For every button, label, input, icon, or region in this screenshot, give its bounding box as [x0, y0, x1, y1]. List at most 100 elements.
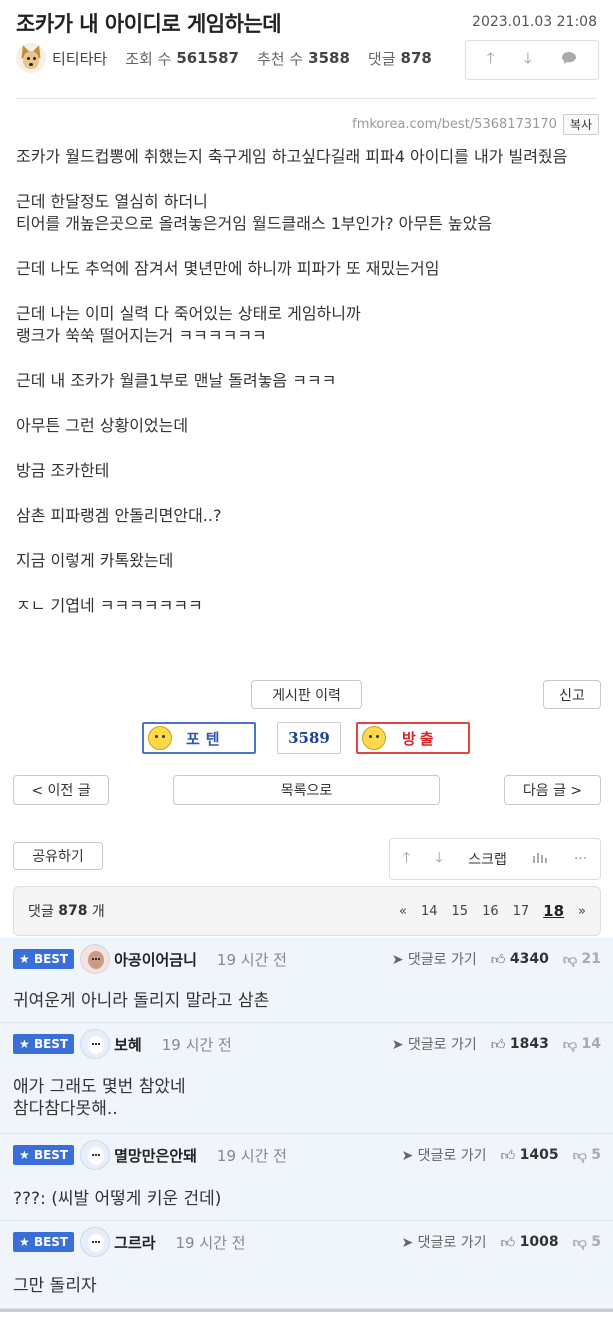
- bangchul-label: 방출: [402, 729, 438, 748]
- post-url[interactable]: fmkorea.com/best/5368173170: [352, 117, 557, 132]
- thumb-up-icon[interactable]: 👍︎: [491, 951, 506, 968]
- thumbs-down-face-icon: [362, 726, 386, 750]
- comment-header: 댓글 878 개 « 14 15 16 17 18 »: [13, 886, 601, 936]
- author-avatar[interactable]: [16, 43, 46, 73]
- quick-vote-box: 🡑 🡓: [465, 40, 599, 80]
- scrap-button[interactable]: 스크랩: [468, 849, 507, 869]
- list-button[interactable]: 목록으로: [173, 775, 440, 805]
- send-arrow-icon: ➤: [401, 1148, 414, 1164]
- commenter-avatar[interactable]: [80, 1227, 111, 1257]
- post-title: 조카가 내 아이디로 게임하는데: [16, 12, 282, 36]
- more-button[interactable]: ···: [574, 851, 587, 867]
- comment-text: 그만 돌리자: [13, 1276, 97, 1296]
- comment-text: 애가 그래도 몇번 참았네 참다참다못해..: [13, 1077, 186, 1119]
- header-divider: [16, 98, 597, 99]
- comment-head: ★ BEST 보혜 19 시간 전 ➤ 댓글로 가기 👍︎ 1843 👎︎ 14: [13, 1029, 601, 1059]
- goto-comment-link[interactable]: ➤ 댓글로 가기: [392, 949, 477, 969]
- thumb-up-icon[interactable]: 👍︎: [491, 1036, 506, 1053]
- thumb-down-icon[interactable]: 👎︎: [563, 951, 577, 968]
- thumb-down-icon[interactable]: 👎︎: [573, 1234, 587, 1251]
- thumbs-up-face-icon: [148, 726, 172, 750]
- views-label: 조회 수: [125, 49, 172, 68]
- current-page[interactable]: 18: [543, 902, 564, 920]
- comment-time: 19 시간 전: [161, 1035, 232, 1054]
- body-paragraph: 아무튼 그런 상황이었는데: [16, 416, 189, 435]
- poten-label: 포텐: [186, 729, 226, 748]
- commenter-name[interactable]: 멸망만은안돼: [114, 1145, 197, 1166]
- post-body: 조카가 월드컵뽕에 취했는지 축구게임 하고싶다길래 피파4 아이디를 내가 빌…: [16, 146, 597, 640]
- dislike-count: 5: [591, 1234, 601, 1250]
- body-paragraph: 근데 내 조카가 월클1부로 맨날 돌려놓음 ㅋㅋㅋ: [16, 371, 337, 390]
- send-arrow-icon: ➤: [391, 1037, 404, 1053]
- thumb-up-icon[interactable]: 👍︎: [501, 1234, 516, 1251]
- body-paragraph: 방금 조카한테: [16, 461, 110, 480]
- page-bottom-rule: [0, 1309, 613, 1312]
- send-arrow-icon: ➤: [391, 952, 404, 968]
- arrow-down-icon[interactable]: 🡓: [436, 847, 443, 871]
- author-row: 티티타타 조회 수 561587 추천 수 3588 댓글 878: [16, 43, 450, 73]
- thumb-up-icon[interactable]: 👍︎: [501, 1147, 516, 1164]
- comment-item: ★ BEST 멸망만은안돼 19 시간 전 ➤ 댓글로 가기 👍︎ 1405 👎…: [0, 1134, 613, 1221]
- post-url-row: fmkorea.com/best/5368173170 복사: [352, 114, 599, 135]
- commenter-avatar[interactable]: [80, 944, 111, 974]
- commenter-name[interactable]: 그르라: [114, 1232, 155, 1253]
- dislike-count: 14: [581, 1036, 601, 1052]
- comment-time: 19 시간 전: [175, 1233, 246, 1252]
- comment-text: 귀여운게 아니라 돌리지 말라고 삼촌: [13, 991, 270, 1011]
- best-badge: ★ BEST: [13, 1232, 75, 1252]
- comment-time: 19 시간 전: [216, 950, 287, 969]
- arrow-up-icon[interactable]: 🡑: [403, 847, 410, 871]
- like-count: 1405: [519, 1147, 559, 1163]
- body-paragraph: 지금 이렇게 카톡왔는데: [16, 551, 174, 570]
- prev-post-button[interactable]: < 이전 글: [13, 775, 109, 805]
- comment-time: 19 시간 전: [216, 1146, 287, 1165]
- views-count: 561587: [176, 49, 239, 67]
- goto-comment-link[interactable]: ➤ 댓글로 가기: [401, 1145, 486, 1165]
- commenter-name[interactable]: 보혜: [114, 1034, 142, 1055]
- post-tools: 🡑 🡓 스크랩 ···: [389, 838, 601, 880]
- comment-item: ★ BEST 보혜 19 시간 전 ➤ 댓글로 가기 👍︎ 1843 👎︎ 14…: [0, 1023, 613, 1134]
- commenter-avatar[interactable]: [80, 1140, 111, 1170]
- board-history-button[interactable]: 게시판 이력: [251, 680, 362, 709]
- body-paragraph: 근데 나는 이미 실력 다 죽어있는 상태로 게임하니까 랭크가 쑥쑥 떨어지는…: [16, 304, 361, 345]
- commenter-name[interactable]: 아공이어금니: [114, 949, 197, 970]
- first-page-button[interactable]: «: [399, 904, 407, 919]
- body-paragraph: 삼촌 피파랭겜 안돌리면안대..?: [16, 506, 222, 525]
- page-link[interactable]: 14: [421, 904, 438, 919]
- page-link[interactable]: 15: [452, 904, 469, 919]
- dislike-count: 5: [591, 1147, 601, 1163]
- comment-head: ★ BEST 아공이어금니 19 시간 전 ➤ 댓글로 가기 👍︎ 4340 👎…: [13, 944, 601, 974]
- author-name[interactable]: 티티타타: [52, 48, 107, 69]
- page-link[interactable]: 16: [482, 904, 499, 919]
- comment-label: 댓글: [28, 904, 54, 920]
- comment-text: ???: (씨발 어떻게 키운 건데): [13, 1189, 222, 1209]
- bangchul-button[interactable]: 방출: [356, 722, 470, 754]
- arrow-down-icon[interactable]: 🡓: [524, 48, 532, 73]
- thumb-down-icon[interactable]: 👎︎: [573, 1147, 587, 1164]
- post-date: 2023.01.03 21:08: [472, 14, 597, 30]
- comment-pagination: « 14 15 16 17 18 »: [399, 902, 586, 920]
- recs-count: 3588: [308, 49, 350, 67]
- comment-item: ★ BEST 그르라 19 시간 전 ➤ 댓글로 가기 👍︎ 1008 👎︎ 5…: [0, 1221, 613, 1309]
- next-post-button[interactable]: 다음 글 >: [504, 775, 601, 805]
- last-page-button[interactable]: »: [578, 904, 586, 919]
- dislike-count: 21: [581, 951, 601, 967]
- like-count: 1843: [509, 1036, 549, 1052]
- copy-url-button[interactable]: 복사: [562, 114, 599, 135]
- report-button[interactable]: 신고: [543, 680, 601, 709]
- poten-button[interactable]: 포텐: [142, 722, 256, 754]
- commenter-avatar[interactable]: [80, 1029, 111, 1059]
- best-badge: ★ BEST: [13, 1145, 75, 1165]
- bar-chart-icon[interactable]: [532, 850, 548, 868]
- comments-count: 878: [400, 49, 432, 67]
- share-button[interactable]: 공유하기: [13, 842, 103, 870]
- page-link[interactable]: 17: [513, 904, 530, 919]
- thumb-down-icon[interactable]: 👎︎: [563, 1036, 577, 1053]
- vote-count: 3589: [277, 722, 341, 754]
- arrow-up-icon[interactable]: 🡑: [487, 48, 495, 73]
- comment-item: ★ BEST 아공이어금니 19 시간 전 ➤ 댓글로 가기 👍︎ 4340 👎…: [0, 938, 613, 1023]
- goto-comment-link[interactable]: ➤ 댓글로 가기: [392, 1034, 477, 1054]
- recs-label: 추천 수: [257, 49, 304, 68]
- speech-bubble-icon[interactable]: [561, 51, 577, 69]
- goto-comment-link[interactable]: ➤ 댓글로 가기: [401, 1232, 486, 1252]
